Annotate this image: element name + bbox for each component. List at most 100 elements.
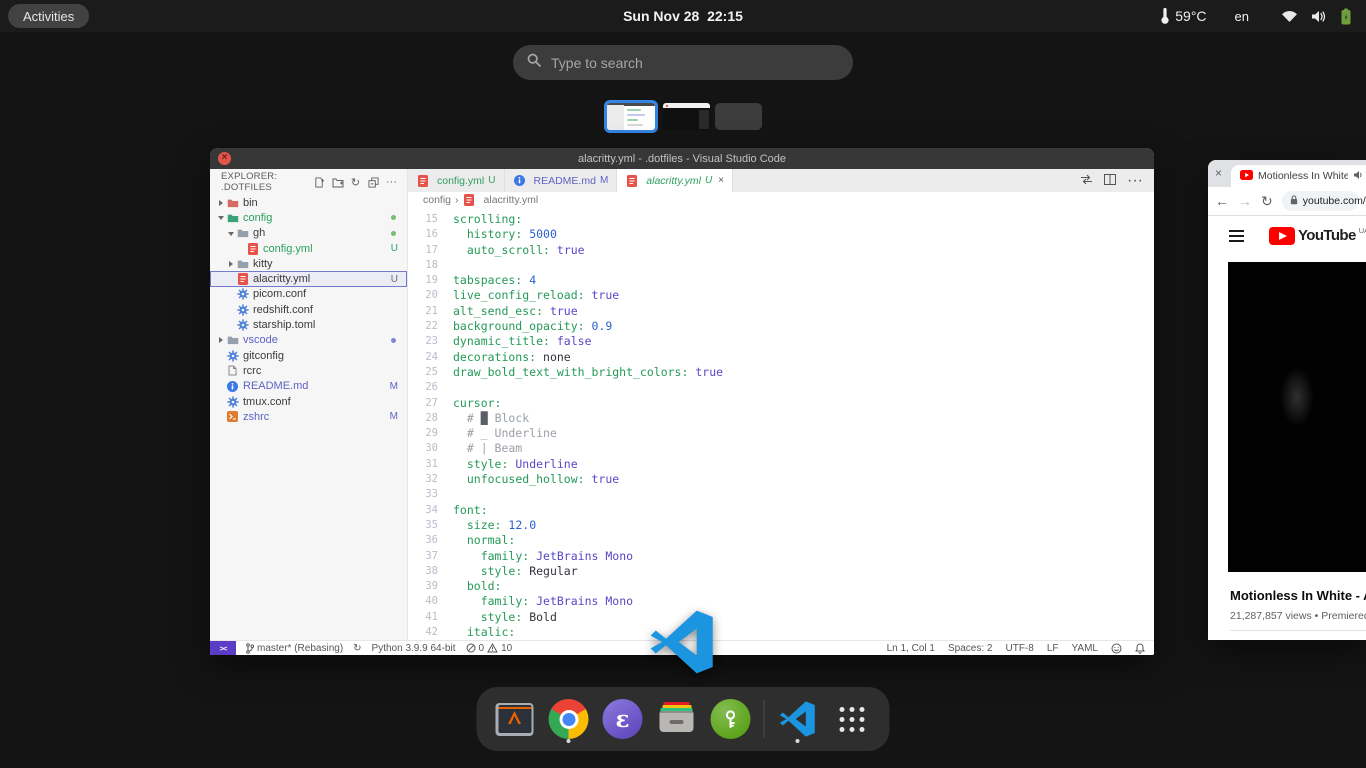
tree-item-README.md[interactable]: README.mdM [210, 379, 407, 394]
info-file-icon [513, 175, 526, 187]
new-folder-icon[interactable] [330, 175, 345, 189]
dock-item-passwords[interactable] [710, 693, 752, 745]
git-change-dot-badge [391, 231, 396, 236]
tree-item-config.yml[interactable]: config.ymlU [210, 241, 407, 256]
code-text: italic: [453, 625, 515, 640]
tree-item-gitconfig[interactable]: gitconfig [210, 348, 407, 363]
keyboard-layout-label[interactable]: en [1235, 9, 1249, 24]
dock-item-alacritty[interactable] [494, 693, 536, 745]
tree-item-config[interactable]: config [210, 210, 407, 225]
tree-item-redshift.conf[interactable]: redshift.conf [210, 302, 407, 317]
close-tab-icon[interactable]: × [1215, 167, 1222, 179]
youtube-country-code: UA [1359, 226, 1366, 235]
sync-item[interactable]: ↻ [353, 643, 361, 654]
explorer-header: EXPLORER: .DOTFILES ↻ ··· [210, 169, 407, 195]
dock-separator [764, 700, 765, 738]
explorer-tree: binconfigghconfig.ymlUkittyalacritty.yml… [210, 195, 407, 424]
menu-icon[interactable] [1229, 230, 1244, 242]
reload-icon[interactable]: ↻ [1261, 194, 1273, 208]
line-col-item[interactable]: Ln 1, Col 1 [887, 643, 935, 654]
encoding-item[interactable]: UTF-8 [1005, 643, 1033, 654]
indentation-item[interactable]: Spaces: 2 [948, 643, 992, 654]
code-line: 30 # | Beam [408, 441, 1154, 456]
more-actions-icon[interactable]: ··· [1127, 172, 1143, 190]
chevron-spacer [237, 244, 246, 254]
code-line: 26 [408, 380, 1154, 395]
folder-icon [226, 334, 239, 346]
chrome-active-tab[interactable]: Motionless In White - A [1231, 165, 1366, 187]
forward-icon[interactable]: → [1238, 194, 1252, 208]
workspace-thumbnail-2[interactable] [663, 103, 710, 130]
tree-item-bin[interactable]: bin [210, 195, 407, 210]
code-line: 28 # █ Block [408, 411, 1154, 426]
open-changes-icon[interactable] [1080, 172, 1093, 190]
code-line: 22background_opacity: 0.9 [408, 319, 1154, 334]
feedback-icon[interactable] [1111, 643, 1122, 654]
tree-item-tmux.conf[interactable]: tmux.conf [210, 394, 407, 409]
shell-icon [226, 411, 239, 423]
workspace-thumbnail-empty[interactable] [715, 103, 762, 130]
remote-indicator[interactable]: >< [210, 641, 236, 655]
problems-item[interactable]: 0 10 [466, 643, 513, 654]
notifications-bell-icon[interactable] [1135, 643, 1145, 654]
tree-item-alacritty.yml[interactable]: alacritty.ymlU [210, 271, 407, 286]
youtube-logo[interactable]: YouTube UA [1269, 226, 1366, 246]
dock-item-files[interactable] [656, 693, 698, 745]
vscode-window[interactable]: × alacritty.yml - .dotfiles - Visual Stu… [210, 148, 1154, 655]
vscode-titlebar[interactable]: × alacritty.yml - .dotfiles - Visual Stu… [210, 148, 1154, 169]
alacritty-icon [496, 703, 534, 736]
thermometer-icon [1160, 8, 1170, 24]
search-box[interactable] [513, 45, 853, 80]
activities-button[interactable]: Activities [8, 4, 89, 28]
collapse-folders-icon[interactable] [366, 175, 381, 189]
system-status-area[interactable]: 59°C en [1160, 0, 1352, 32]
tree-item-gh[interactable]: gh [210, 226, 407, 241]
refresh-icon[interactable]: ↻ [348, 175, 363, 189]
search-input[interactable] [551, 55, 839, 71]
breadcrumb[interactable]: config › alacritty.yml [408, 192, 1154, 207]
branch-label: master* (Rebasing) [257, 643, 343, 654]
language-mode-item[interactable]: YAML [1072, 643, 1099, 654]
git-branch-item[interactable]: master* (Rebasing) [246, 643, 343, 654]
dock-item-app-grid[interactable] [831, 693, 873, 745]
video-player[interactable] [1228, 262, 1366, 572]
python-interpreter-item[interactable]: Python 3.9.9 64-bit [372, 643, 456, 654]
tree-item-kitty[interactable]: kitty [210, 256, 407, 271]
tab-alacritty-yml-active[interactable]: alacritty.yml U × [617, 169, 733, 192]
tab-label: README.md [534, 175, 596, 187]
tree-item-picom.conf[interactable]: picom.conf [210, 287, 407, 302]
tab-readme-md[interactable]: README.md M [505, 169, 618, 192]
code-editor[interactable]: 15scrolling:16 history: 500017 auto_scro… [408, 207, 1154, 640]
tab-config-yml[interactable]: config.yml U [408, 169, 505, 192]
workspace-thumbnail-active[interactable] [604, 100, 658, 133]
breadcrumb-file[interactable]: alacritty.yml [484, 194, 539, 206]
clock[interactable]: Sun Nov 28 22:15 [623, 8, 743, 24]
folder-icon [236, 227, 249, 239]
tree-item-zshrc[interactable]: zshrcM [210, 409, 407, 424]
tree-item-rcrc[interactable]: rcrc [210, 363, 407, 378]
dock-item-vscode[interactable] [777, 693, 819, 745]
chevron-right-icon [227, 259, 236, 269]
chrome-icon [549, 699, 589, 739]
back-icon[interactable]: ← [1215, 194, 1229, 208]
dock-item-chrome[interactable] [548, 693, 590, 745]
tree-item-starship.toml[interactable]: starship.toml [210, 317, 407, 332]
tree-item-vscode[interactable]: vscode [210, 333, 407, 348]
chrome-window[interactable]: × Motionless In White - A ← → ↻ youtube.… [1208, 160, 1366, 640]
address-bar[interactable]: youtube.com/wa [1282, 191, 1359, 211]
tab-audio-icon[interactable] [1353, 167, 1363, 185]
close-tab-icon[interactable]: × [718, 175, 724, 186]
vscode-icon [780, 701, 816, 737]
split-editor-icon[interactable] [1104, 172, 1116, 190]
breadcrumb-folder[interactable]: config [423, 194, 451, 206]
more-actions-icon[interactable]: ··· [384, 175, 399, 189]
code-line: 17 auto_scroll: true [408, 243, 1154, 258]
eol-item[interactable]: LF [1047, 643, 1059, 654]
gear-icon [226, 396, 239, 408]
line-number: 29 [408, 426, 453, 441]
dock-item-emacs[interactable]: ε [602, 693, 644, 745]
new-file-icon[interactable] [312, 175, 327, 189]
window-close-button[interactable]: × [218, 152, 231, 165]
code-line: 31 style: Underline [408, 457, 1154, 472]
battery-charging-icon [1340, 8, 1352, 25]
